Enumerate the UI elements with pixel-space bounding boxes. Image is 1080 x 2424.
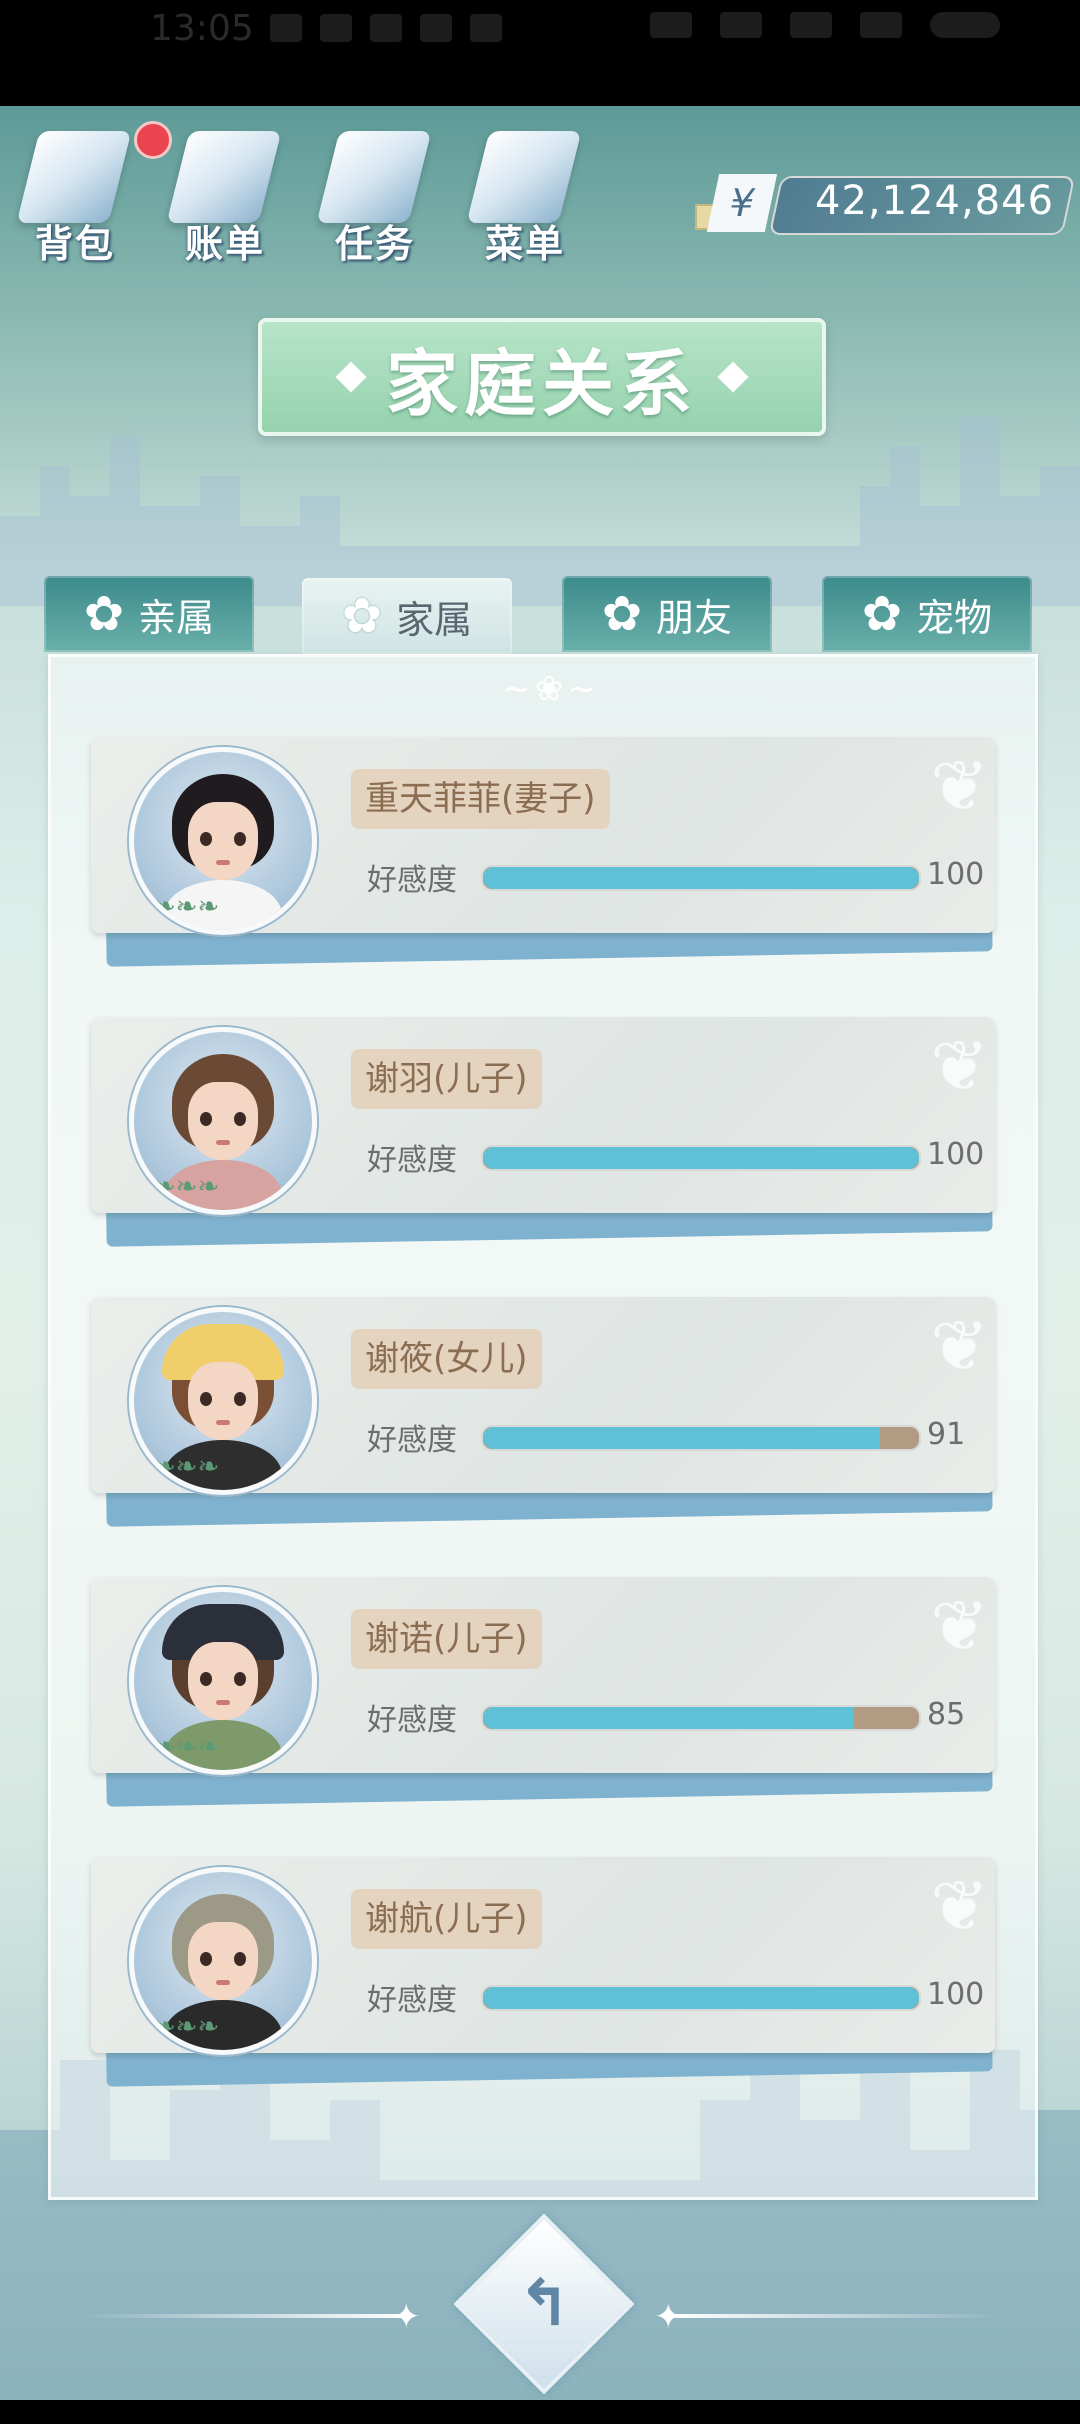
page-title-banner: 家庭关系: [258, 318, 826, 436]
vine-decoration: ❦: [930, 1865, 989, 1947]
status-bar: 13:05: [0, 0, 1080, 106]
affinity-bar: [481, 1985, 921, 2011]
task-icon: [316, 131, 432, 223]
affinity-value: 100: [927, 1137, 985, 1172]
avatar: ❧❧❧: [129, 1587, 317, 1775]
diamond-icon: [335, 361, 367, 393]
money-display: ¥ 42,124,846: [695, 174, 1076, 235]
money-amount: 42,124,846: [815, 178, 1055, 224]
system-icons: [650, 12, 1000, 38]
avatar: ❧❧❧: [129, 1867, 317, 2055]
flower-icon: ✿: [861, 586, 903, 642]
tab-pets[interactable]: ✿ 宠物: [822, 576, 1032, 652]
member-name: 谢羽(儿子): [351, 1049, 542, 1109]
affinity-label: 好感度: [367, 1703, 457, 1738]
member-name: 谢诺(儿子): [351, 1609, 542, 1669]
affinity-value: 85: [927, 1697, 966, 1732]
affinity-bar: [481, 865, 921, 891]
family-member-card[interactable]: ❦ ❧❧❧ 谢诺(儿子) 好感度 85: [91, 1577, 995, 1807]
affinity-value: 100: [927, 1977, 985, 2012]
affinity-label: 好感度: [367, 1423, 457, 1458]
vine-decoration: ❦: [930, 745, 989, 827]
family-member-card[interactable]: ❦ ❧❧❧ 谢羽(儿子) 好感度 100: [91, 1017, 995, 1247]
ornament-decoration: ~❀~: [502, 669, 600, 709]
divider-left: [80, 2314, 410, 2318]
affinity-bar: [481, 1145, 921, 1171]
family-member-card[interactable]: ❦ ❧❧❧ 重天菲菲(妻子) 好感度 100: [91, 737, 995, 967]
family-member-card[interactable]: ❦ ❧❧❧ 谢航(儿子) 好感度 100: [91, 1857, 995, 2087]
bill-button[interactable]: 账单: [160, 121, 290, 271]
affinity-bar: [481, 1425, 921, 1451]
sparkle-icon: ✦: [392, 2297, 421, 2337]
menu-icon: [466, 131, 582, 223]
menu-button[interactable]: 菜单: [460, 121, 590, 271]
backpack-icon: [16, 131, 132, 223]
affinity-label: 好感度: [367, 1983, 457, 2018]
divider-right: [670, 2314, 1000, 2318]
battery-icon: [930, 12, 1000, 38]
flower-icon: ✿: [83, 586, 125, 642]
return-arrow-icon: ↰: [517, 2267, 571, 2341]
tab-friends[interactable]: ✿ 朋友: [562, 576, 772, 652]
vine-decoration: ❦: [930, 1585, 989, 1667]
member-name: 谢航(儿子): [351, 1889, 542, 1949]
member-name: 重天菲菲(妻子): [351, 769, 610, 829]
yen-icon: ¥: [706, 174, 778, 232]
flower-icon: ✿: [601, 586, 643, 642]
affinity-bar: [481, 1705, 921, 1731]
status-time: 13:05: [150, 8, 254, 49]
tab-family[interactable]: ✿ 家属: [302, 578, 512, 654]
avatar: ❧❧❧: [129, 1307, 317, 1495]
backpack-button[interactable]: 背包: [10, 121, 140, 271]
task-button[interactable]: 任务: [310, 121, 440, 271]
affinity-value: 91: [927, 1417, 966, 1452]
page-title: 家庭关系: [385, 341, 698, 426]
sparkle-icon: ✦: [654, 2297, 683, 2337]
vine-decoration: ❦: [930, 1025, 989, 1107]
bill-icon: [166, 131, 282, 223]
family-member-card[interactable]: ❦ ❧❧❧ 谢筱(女儿) 好感度 91: [91, 1297, 995, 1527]
member-name: 谢筱(女儿): [351, 1329, 542, 1389]
flower-icon: ✿: [341, 588, 383, 644]
vine-decoration: ❦: [930, 1305, 989, 1387]
avatar: ❧❧❧: [129, 747, 317, 935]
family-list-panel: ~❀~ ❦ ❧❧❧ 重天菲菲(妻子) 好感度 100 ❦ ❧❧❧ 谢羽(儿子) …: [48, 654, 1038, 2200]
affinity-value: 100: [927, 857, 985, 892]
affinity-label: 好感度: [367, 1143, 457, 1178]
avatar: ❧❧❧: [129, 1027, 317, 1215]
tab-relatives[interactable]: ✿ 亲属: [44, 576, 254, 652]
notification-icons: [270, 14, 502, 42]
diamond-icon: [717, 361, 749, 393]
affinity-label: 好感度: [367, 863, 457, 898]
game-scene: 背包 账单 任务 菜单 ¥ 42,124,846 家庭关系 ✿ 亲属 ✿ 家属 …: [0, 106, 1080, 2400]
